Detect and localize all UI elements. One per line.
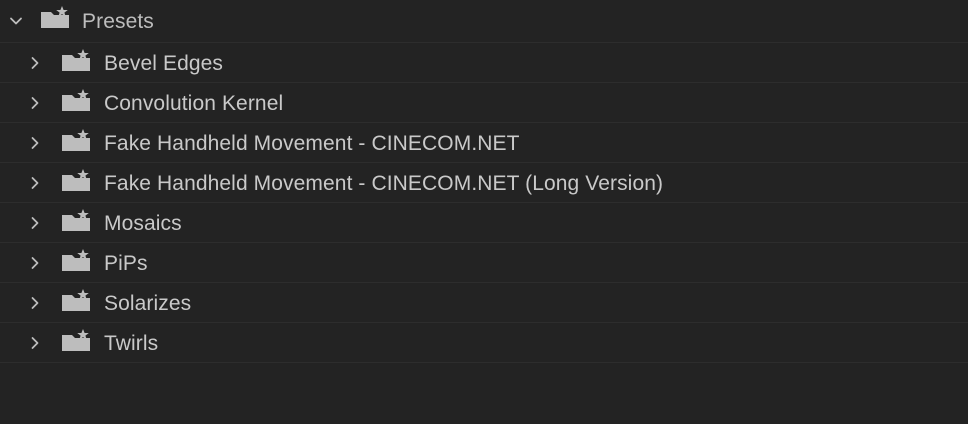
- preset-folder-icon: [61, 289, 93, 313]
- tree-row-convolution-kernel[interactable]: Convolution Kernel: [0, 83, 968, 123]
- preset-folder-icon: [61, 89, 93, 113]
- tree-row-pips[interactable]: PiPs: [0, 243, 968, 283]
- chevron-right-icon[interactable]: [27, 255, 43, 271]
- tree-row-fake-handheld-movement[interactable]: Fake Handheld Movement - CINECOM.NET: [0, 123, 968, 163]
- chevron-right-icon[interactable]: [27, 55, 43, 71]
- chevron-down-icon[interactable]: [8, 13, 24, 29]
- tree-label: Convolution Kernel: [104, 92, 284, 115]
- tree-label: Mosaics: [104, 212, 182, 235]
- chevron-right-icon[interactable]: [27, 175, 43, 191]
- tree-label: Fake Handheld Movement - CINECOM.NET (Lo…: [104, 172, 664, 195]
- tree-label: Fake Handheld Movement - CINECOM.NET: [104, 132, 520, 155]
- preset-folder-icon: [61, 249, 93, 273]
- tree-row-mosaics[interactable]: Mosaics: [0, 203, 968, 243]
- tree-label-presets: Presets: [82, 10, 154, 33]
- chevron-right-icon[interactable]: [27, 135, 43, 151]
- chevron-right-icon[interactable]: [27, 95, 43, 111]
- chevron-right-icon[interactable]: [27, 215, 43, 231]
- tree-row-twirls[interactable]: Twirls: [0, 323, 968, 363]
- tree-label: PiPs: [104, 252, 148, 275]
- preset-folder-icon: [61, 129, 93, 153]
- preset-folder-icon: [61, 49, 93, 73]
- tree-label: Twirls: [104, 332, 159, 355]
- chevron-right-icon[interactable]: [27, 335, 43, 351]
- preset-folder-icon: [40, 6, 72, 30]
- tree-row-bevel-edges[interactable]: Bevel Edges: [0, 43, 968, 83]
- tree-label: Solarizes: [104, 292, 192, 315]
- tree-label: Bevel Edges: [104, 52, 224, 75]
- preset-folder-icon: [61, 209, 93, 233]
- tree-row-presets[interactable]: Presets: [0, 0, 968, 43]
- tree-row-fake-handheld-movement-long[interactable]: Fake Handheld Movement - CINECOM.NET (Lo…: [0, 163, 968, 203]
- presets-panel: Presets Bevel Edges Convolution Kernel F…: [0, 0, 968, 424]
- preset-folder-icon: [61, 169, 93, 193]
- tree-row-solarizes[interactable]: Solarizes: [0, 283, 968, 323]
- chevron-right-icon[interactable]: [27, 295, 43, 311]
- preset-folder-icon: [61, 329, 93, 353]
